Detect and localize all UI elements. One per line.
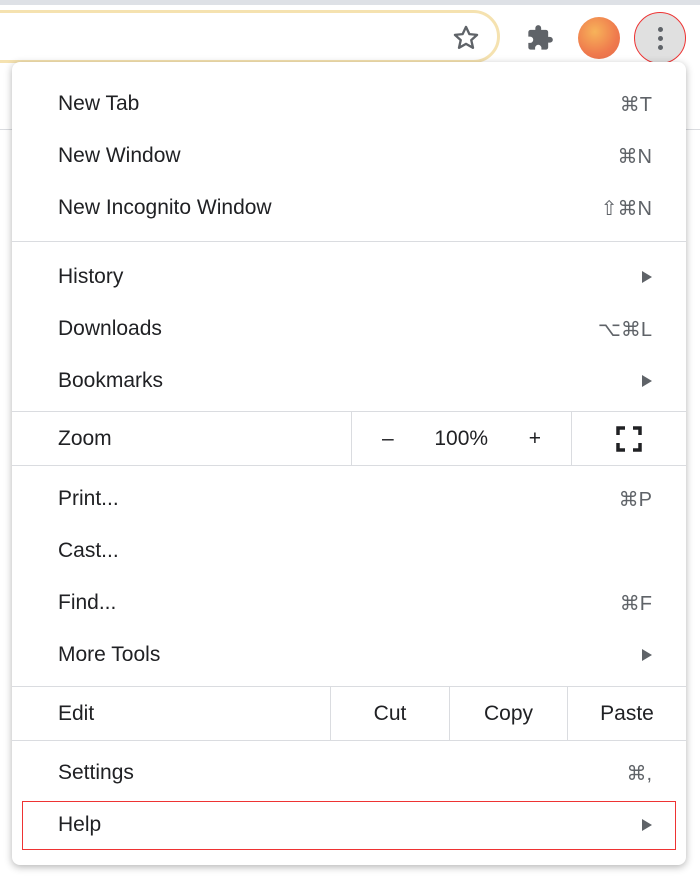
- menu-item-new-tab[interactable]: New Tab ⌘T: [12, 78, 686, 130]
- shortcut: ⌘F: [619, 592, 652, 615]
- tab-strip: [0, 0, 700, 5]
- label: Downloads: [58, 317, 162, 340]
- cut-button[interactable]: Cut: [330, 687, 449, 740]
- zoom-in-button[interactable]: +: [529, 427, 541, 451]
- label: Cast...: [58, 539, 119, 562]
- separator: [12, 241, 686, 242]
- separator: [12, 465, 686, 466]
- label: Bookmarks: [58, 369, 164, 392]
- extensions-puzzle-icon[interactable]: [526, 24, 554, 52]
- menu-item-more-tools[interactable]: More Tools: [12, 629, 686, 681]
- menu-item-print[interactable]: Print... ⌘P: [12, 473, 686, 525]
- label: Copy: [483, 701, 534, 725]
- star-icon[interactable]: [452, 24, 480, 52]
- menu-item-new-window[interactable]: New Window ⌘N: [12, 130, 686, 182]
- menu-item-new-incognito-window[interactable]: New Incognito Window ⇧⌘N: [12, 182, 686, 234]
- shortcut: ⌘N: [617, 145, 652, 168]
- shortcut: ⇧⌘N: [600, 197, 652, 220]
- label: Cut: [373, 701, 407, 725]
- shortcut: ⌥⌘L: [597, 318, 652, 341]
- submenu-arrow-icon: [642, 375, 652, 387]
- label: Paste: [600, 701, 654, 725]
- menu-item-history[interactable]: History: [12, 251, 686, 303]
- copy-button[interactable]: Copy: [449, 687, 567, 740]
- menu-item-settings[interactable]: Settings ⌘,: [12, 747, 686, 799]
- edit-row: Edit Cut Copy Paste: [12, 687, 686, 740]
- profile-avatar[interactable]: [578, 17, 620, 59]
- zoom-controls: – 100% +: [351, 412, 571, 465]
- shortcut: ⌘,: [626, 762, 652, 785]
- menu-item-find[interactable]: Find... ⌘F: [12, 577, 686, 629]
- fullscreen-button[interactable]: [571, 412, 686, 465]
- more-menu-button[interactable]: [634, 12, 686, 64]
- paste-button[interactable]: Paste: [567, 687, 686, 740]
- submenu-arrow-icon: [642, 271, 652, 283]
- label: New Incognito Window: [58, 196, 272, 219]
- label: New Window: [58, 144, 181, 167]
- label: History: [58, 265, 124, 288]
- shortcut: ⌘T: [619, 93, 652, 116]
- zoom-row: Zoom – 100% +: [12, 412, 686, 465]
- edit-label: Edit: [58, 702, 95, 725]
- label: Print...: [58, 487, 119, 510]
- submenu-arrow-icon: [642, 649, 652, 661]
- label: Find...: [58, 591, 117, 614]
- menu-item-bookmarks[interactable]: Bookmarks: [12, 355, 686, 407]
- fullscreen-icon: [616, 425, 642, 452]
- separator: [12, 740, 686, 741]
- menu-item-downloads[interactable]: Downloads ⌥⌘L: [12, 303, 686, 355]
- chrome-menu: New Tab ⌘T New Window ⌘N New Incognito Win…: [12, 62, 686, 865]
- label: Settings: [58, 761, 134, 784]
- address-bar[interactable]: [0, 10, 500, 63]
- zoom-out-button[interactable]: –: [382, 427, 394, 451]
- shortcut: ⌘P: [618, 488, 652, 511]
- zoom-label: Zoom: [58, 427, 112, 450]
- menu-item-cast[interactable]: Cast...: [12, 525, 686, 577]
- label: More Tools: [58, 643, 161, 666]
- help-highlight-box: [22, 801, 676, 850]
- zoom-level: 100%: [434, 426, 489, 450]
- label: New Tab: [58, 92, 140, 115]
